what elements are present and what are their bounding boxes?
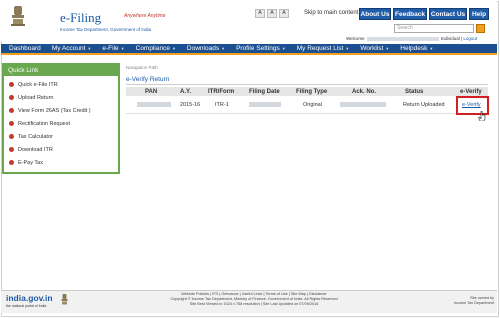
nav-helpdesk[interactable]: Helpdesk ▼	[400, 45, 433, 52]
nav-my-account[interactable]: My Account ▼	[52, 45, 92, 52]
brand-tagline: Anywhere Anytime	[124, 13, 166, 19]
bullet-icon	[9, 134, 14, 140]
quick-link-item[interactable]: Upload Return	[9, 95, 53, 101]
title-divider	[126, 84, 488, 85]
national-emblem-icon	[11, 6, 25, 26]
about-us-button[interactable]: About Us	[359, 8, 391, 20]
col-filing-type: Filing Type	[296, 89, 328, 95]
cell-ay: 2015-16	[180, 102, 201, 108]
font-size-small-button[interactable]: A	[255, 9, 265, 18]
cell-itr-form: ITR-1	[215, 102, 229, 108]
col-status: Status	[405, 89, 424, 95]
quick-links-panel: Quick Link Quick e-File ITR Upload Retur…	[2, 63, 120, 174]
col-e-verify: e-Verify	[460, 89, 482, 95]
ack-no-redacted	[340, 102, 386, 107]
font-size-normal-button[interactable]: A	[267, 9, 277, 18]
bullet-icon	[9, 108, 14, 114]
quick-link-item[interactable]: Rectification Request	[9, 121, 70, 127]
e-verify-link[interactable]: e-Verify	[462, 102, 481, 108]
skip-to-content-link[interactable]: Skip to main content	[304, 10, 358, 16]
user-name-redacted	[366, 36, 439, 41]
site-brand[interactable]: e-Filing	[60, 10, 101, 26]
nav-dashboard[interactable]: Dashboard	[9, 45, 41, 52]
help-button[interactable]: Help	[469, 8, 489, 20]
bullet-icon	[9, 82, 14, 88]
contact-us-button[interactable]: Contact Us	[429, 8, 467, 20]
nav-e-file[interactable]: e-File ▼	[102, 45, 124, 52]
col-filing-date: Filing Date	[249, 89, 280, 95]
quick-link-item[interactable]: View Form 26AS (Tax Credit )	[9, 108, 91, 114]
india-gov-tagline: the national portal of India	[6, 304, 47, 308]
row-divider	[126, 113, 488, 114]
quick-link-item[interactable]: Download ITR	[9, 147, 53, 153]
chevron-down-icon: ▼	[429, 46, 434, 51]
cell-filing-type: Original	[303, 102, 322, 108]
main-nav: Dashboard My Account ▼ e-File ▼ Compliance…	[1, 44, 497, 55]
chevron-down-icon: ▼	[385, 46, 390, 51]
chevron-down-icon: ▼	[120, 46, 125, 51]
hand-pointer-icon	[478, 111, 486, 121]
welcome-bar: Welcome Individual | Logout	[346, 36, 478, 41]
chevron-down-icon: ▼	[171, 46, 176, 51]
bullet-icon	[9, 121, 14, 127]
search-input[interactable]: Search	[394, 24, 474, 33]
welcome-label: Welcome	[346, 36, 365, 41]
quick-links-title: Quick Link	[4, 65, 118, 76]
bullet-icon	[9, 160, 14, 166]
india-gov-logo[interactable]: india.gov.in	[6, 293, 53, 303]
footer-owner: Site owned by Income Tax Department	[418, 296, 494, 306]
logout-link[interactable]: Logout	[463, 36, 477, 41]
footer-best-viewed: Site Best Viewed in 1024 x 768 resolutio…	[189, 302, 319, 306]
footer-links: Website Policies | RTI | Grievance | Use…	[140, 292, 368, 307]
font-size-large-button[interactable]: A	[279, 9, 289, 18]
col-itr-form: ITR/Form	[208, 89, 235, 95]
filing-date-redacted	[249, 102, 281, 107]
search-go-button[interactable]	[476, 24, 485, 33]
feedback-button[interactable]: Feedback	[393, 8, 427, 20]
owned-by-org: Income Tax Department	[453, 301, 494, 305]
cell-status: Return Uploaded	[403, 102, 445, 108]
col-ay: A.Y.	[180, 89, 192, 95]
nav-my-request-list[interactable]: My Request List ▼	[297, 45, 350, 52]
user-role: Individual	[440, 36, 460, 41]
page-title: e-Verify Return	[126, 76, 170, 83]
chevron-down-icon: ▼	[87, 46, 92, 51]
bullet-icon	[9, 147, 14, 153]
nav-compliance[interactable]: Compliance ▼	[136, 45, 176, 52]
quick-link-item[interactable]: E-Pay Tax	[9, 160, 43, 166]
quick-link-item[interactable]: Quick e-File ITR	[9, 82, 58, 88]
footer-emblem-icon	[61, 294, 68, 305]
col-ack-no: Ack. No.	[352, 89, 377, 95]
col-pan: PAN	[145, 89, 158, 95]
brand-subtitle: Income Tax Department, Government of Ind…	[60, 27, 151, 32]
nav-downloads[interactable]: Downloads ▼	[187, 45, 225, 52]
quick-link-item[interactable]: Tax Calculator	[9, 134, 53, 140]
nav-profile-settings[interactable]: Profile Settings ▼	[236, 45, 286, 52]
breadcrumb: Navigation Path	[126, 65, 158, 70]
pan-redacted	[137, 102, 171, 107]
nav-worklist[interactable]: Worklist ▼	[360, 45, 389, 52]
chevron-down-icon: ▼	[221, 46, 226, 51]
chevron-down-icon: ▼	[345, 46, 350, 51]
bullet-icon	[9, 95, 14, 101]
chevron-down-icon: ▼	[281, 46, 286, 51]
